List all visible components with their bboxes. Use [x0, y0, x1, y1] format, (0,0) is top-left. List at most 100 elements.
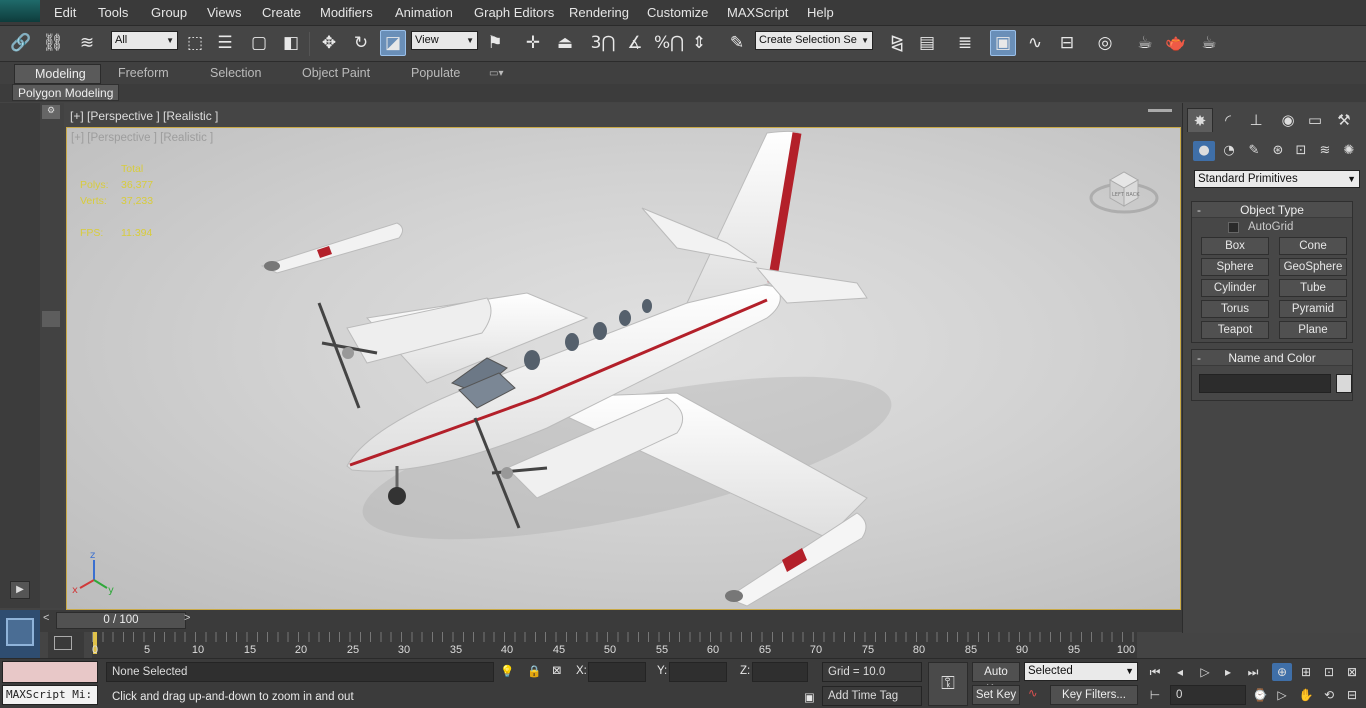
- orbit-icon[interactable]: ⟲: [1319, 686, 1339, 704]
- pyramid-button[interactable]: Pyramid: [1279, 300, 1347, 318]
- scene-explorer-icon[interactable]: ▣: [990, 30, 1016, 56]
- x-coord-field[interactable]: [588, 662, 646, 682]
- menu-views[interactable]: Views: [207, 5, 241, 20]
- render-setup-icon[interactable]: ☕: [1132, 30, 1158, 56]
- key-filters-button[interactable]: Key Filters...: [1050, 685, 1138, 705]
- geosphere-button[interactable]: GeoSphere: [1279, 258, 1347, 276]
- go-to-start-icon[interactable]: ⏮: [1145, 663, 1165, 681]
- time-config-icon[interactable]: ⌚: [1250, 686, 1270, 704]
- maxscript-mini-listener[interactable]: MAXScript Mi:: [2, 685, 98, 705]
- align-icon[interactable]: ▤: [914, 30, 940, 56]
- systems-icon[interactable]: ✺: [1338, 141, 1360, 161]
- pivot-icon[interactable]: ⚑: [482, 30, 508, 56]
- select-manipulate-icon[interactable]: ✛: [520, 30, 546, 56]
- menu-group[interactable]: Group: [151, 5, 187, 20]
- set-key-mode-icon[interactable]: ⚿: [928, 662, 968, 706]
- named-selection-field[interactable]: Create Selection Se: [755, 31, 873, 50]
- cameras-icon[interactable]: ⊛: [1267, 141, 1289, 161]
- object-type-header[interactable]: - Object Type: [1192, 202, 1352, 218]
- percent-snap-icon[interactable]: %⋂: [654, 30, 684, 56]
- layout-icon[interactable]: ⚙: [42, 105, 60, 119]
- add-time-tag-button[interactable]: Add Time Tag: [822, 686, 922, 706]
- current-frame-field[interactable]: 0: [1170, 685, 1246, 705]
- track-bar-toggle[interactable]: [48, 632, 84, 658]
- tab-populate[interactable]: Populate: [411, 66, 460, 80]
- viewport-maximize-icon[interactable]: [1148, 109, 1172, 112]
- menu-help[interactable]: Help: [807, 5, 834, 20]
- add-time-tag-icon[interactable]: ▣: [804, 690, 815, 704]
- isolate-icon[interactable]: 💡: [500, 664, 514, 678]
- box-button[interactable]: Box: [1201, 237, 1269, 255]
- app-logo-icon[interactable]: [0, 0, 40, 22]
- rotate-icon[interactable]: ↻: [348, 30, 374, 56]
- window-crossing-icon[interactable]: ◧: [278, 30, 304, 56]
- auto-key-button[interactable]: Auto Key: [972, 662, 1020, 696]
- key-curve-icon[interactable]: ∿: [1028, 686, 1038, 700]
- tab-selection[interactable]: Selection: [210, 66, 261, 80]
- pan-icon[interactable]: ✋: [1296, 686, 1316, 704]
- maxscript-listener-pink[interactable]: [2, 661, 98, 683]
- category-dropdown[interactable]: Standard Primitives ▼: [1194, 170, 1360, 188]
- polygon-modeling-panel[interactable]: Polygon Modeling: [12, 84, 120, 101]
- viewport-layout-tab[interactable]: [0, 610, 40, 658]
- torus-button[interactable]: Torus: [1201, 300, 1269, 318]
- go-to-end-icon[interactable]: ⏭: [1243, 663, 1263, 681]
- curve-editor-icon[interactable]: ∿: [1022, 30, 1048, 56]
- create-tab-icon[interactable]: ✸: [1187, 108, 1213, 132]
- edit-named-sel-icon[interactable]: ✎: [724, 30, 750, 56]
- ribbon-options-icon[interactable]: ▭▾: [489, 68, 503, 79]
- time-slider-next-icon[interactable]: >: [184, 612, 190, 624]
- menu-modifiers[interactable]: Modifiers: [320, 5, 373, 20]
- menu-maxscript[interactable]: MAXScript: [727, 5, 788, 20]
- time-slider-prev-icon[interactable]: <: [43, 612, 49, 624]
- perspective-viewport[interactable]: [+] [Perspective ] [Realistic ] Total Po…: [66, 127, 1181, 610]
- time-slider-thumb[interactable]: 0 / 100: [56, 612, 186, 629]
- fov-icon[interactable]: ▷: [1272, 686, 1292, 704]
- previous-frame-icon[interactable]: ◂: [1170, 663, 1190, 681]
- zoom-all-icon[interactable]: ⊞: [1296, 663, 1316, 681]
- move-icon[interactable]: ✥: [316, 30, 342, 56]
- menu-rendering[interactable]: Rendering: [569, 5, 629, 20]
- object-color-swatch[interactable]: [1336, 374, 1352, 393]
- zoom-icon[interactable]: ⊕: [1272, 663, 1292, 681]
- sphere-button[interactable]: Sphere: [1201, 258, 1269, 276]
- geometry-icon[interactable]: ●: [1193, 141, 1215, 161]
- tab-modeling[interactable]: Modeling: [14, 64, 101, 84]
- play-icon[interactable]: ▷: [1195, 663, 1215, 681]
- snaps-3d-icon[interactable]: 3⋂: [590, 30, 616, 56]
- selection-filter-dropdown[interactable]: All: [111, 31, 178, 50]
- material-editor-icon[interactable]: ◎: [1092, 30, 1118, 56]
- menu-edit[interactable]: Edit: [54, 5, 76, 20]
- object-name-field[interactable]: [1199, 374, 1331, 393]
- modify-tab-icon[interactable]: ◜: [1215, 108, 1241, 132]
- zoom-extents-all-icon[interactable]: ⊠: [1342, 663, 1362, 681]
- set-key-button[interactable]: Set Key: [972, 685, 1020, 705]
- teapot-button[interactable]: Teapot: [1201, 321, 1269, 339]
- collapse-handle-icon[interactable]: [42, 311, 60, 327]
- plane-button[interactable]: Plane: [1279, 321, 1347, 339]
- lock-selection-icon[interactable]: 🔒: [527, 664, 541, 678]
- menu-customize[interactable]: Customize: [647, 5, 708, 20]
- bind-spacewarp-icon[interactable]: ≋: [74, 30, 100, 56]
- menu-graph-editors[interactable]: Graph Editors: [474, 5, 554, 20]
- mirror-icon[interactable]: ⧎: [884, 30, 910, 56]
- autogrid-checkbox[interactable]: [1228, 222, 1239, 233]
- hierarchy-tab-icon[interactable]: ⊥: [1243, 108, 1269, 132]
- menu-animation[interactable]: Animation: [395, 5, 453, 20]
- layers-icon[interactable]: ≣: [952, 30, 978, 56]
- schematic-view-icon[interactable]: ⊟: [1054, 30, 1080, 56]
- menu-tools[interactable]: Tools: [98, 5, 128, 20]
- shapes-icon[interactable]: ◔: [1218, 141, 1240, 161]
- unlink-icon[interactable]: ⛓: [40, 30, 66, 56]
- key-selection-dropdown[interactable]: Selected ▼: [1024, 662, 1138, 681]
- track-bar[interactable]: 0 5 10 15 20 25 30 35 40 45 50 55 60 65 …: [92, 632, 1137, 658]
- render-icon[interactable]: ☕: [1196, 30, 1222, 56]
- z-coord-field[interactable]: [752, 662, 808, 682]
- aircraft-model[interactable]: z x y: [67, 128, 1180, 609]
- tab-freeform[interactable]: Freeform: [118, 66, 169, 80]
- name-color-header[interactable]: - Name and Color: [1192, 350, 1352, 366]
- keyboard-shortcut-icon[interactable]: ⏏: [552, 30, 578, 56]
- maximize-viewport-icon[interactable]: ⊟: [1342, 686, 1362, 704]
- y-coord-field[interactable]: [669, 662, 727, 682]
- cone-button[interactable]: Cone: [1279, 237, 1347, 255]
